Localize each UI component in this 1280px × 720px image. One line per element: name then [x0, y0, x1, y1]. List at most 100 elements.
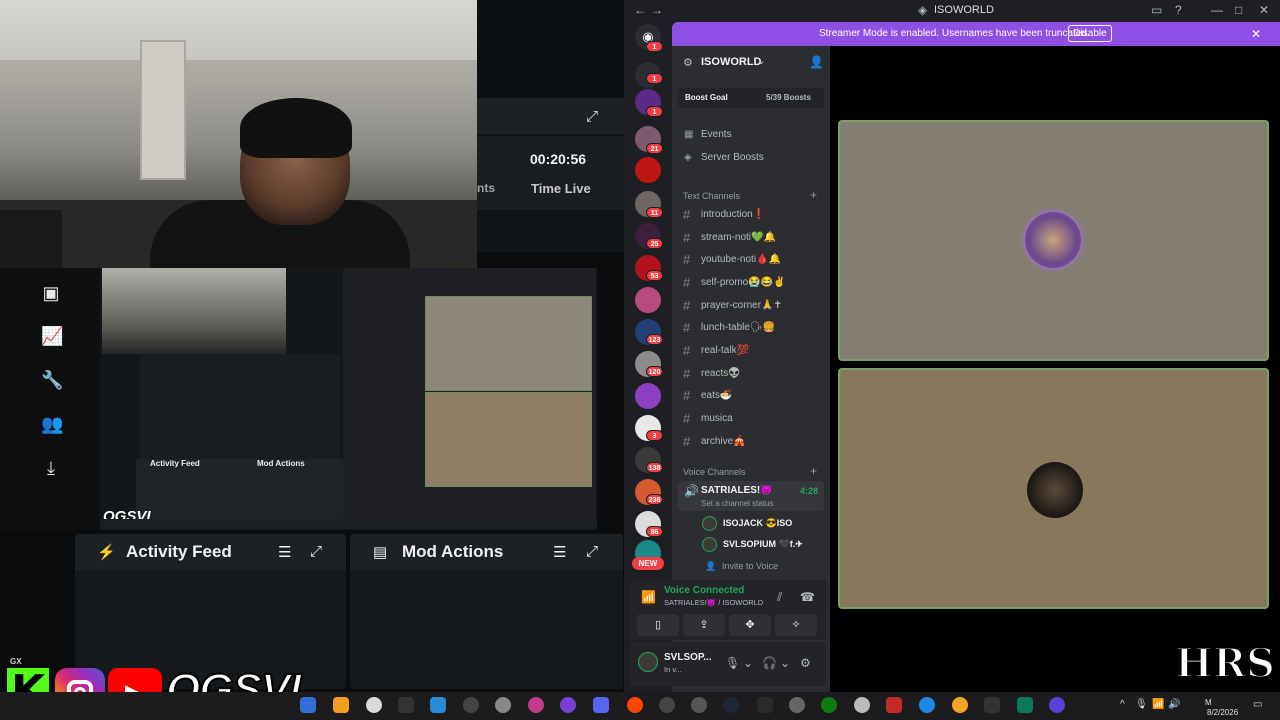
expand-icon[interactable]: ⤢ — [586, 543, 598, 560]
new-badge[interactable]: NEW — [632, 557, 664, 570]
voice-connected-channel[interactable]: SATRIALES!😈 / ISOWORLD — [664, 598, 763, 607]
invite-to-voice[interactable]: Invite to Voice — [722, 561, 778, 571]
headphones-icon[interactable]: 🎧 — [762, 656, 777, 670]
gear-icon[interactable]: ⚙ — [800, 656, 811, 670]
app-icon[interactable] — [789, 697, 805, 713]
wrench-icon[interactable]: 🔧 — [41, 370, 63, 391]
apple-icon[interactable] — [854, 697, 870, 713]
participant-tile[interactable] — [838, 368, 1269, 609]
voice-channel-status[interactable]: Set a channel status — [701, 499, 774, 508]
add-channel-icon[interactable]: + — [810, 464, 817, 478]
channel-eats[interactable]: eats🍜 — [701, 390, 732, 401]
app-icon[interactable] — [1017, 697, 1033, 713]
epic-games-icon[interactable] — [757, 697, 773, 713]
app-icon[interactable] — [886, 697, 902, 713]
soundboard-icon[interactable]: ✧ — [775, 614, 817, 636]
channel-archive[interactable]: archive🎪 — [701, 436, 746, 447]
app-icon[interactable] — [691, 697, 707, 713]
maximize-icon[interactable]: □ — [1235, 3, 1242, 17]
add-member-icon[interactable]: 👤 — [809, 55, 824, 69]
minimize-icon[interactable]: — — [1211, 3, 1223, 17]
user-name[interactable]: SVLSOP... — [664, 652, 712, 663]
channel-real-talk[interactable]: real-talk💯 — [701, 345, 749, 356]
voice-user[interactable]: ISOJACK 😎ISO — [723, 518, 792, 529]
nav-server-boosts[interactable]: Server Boosts — [701, 152, 764, 163]
folder-icon[interactable] — [333, 697, 349, 713]
add-channel-icon[interactable]: + — [810, 188, 817, 202]
server-icon[interactable] — [635, 287, 661, 313]
chevron-down-icon[interactable]: ⌄ — [743, 656, 753, 670]
activities-icon[interactable]: ✥ — [729, 614, 771, 636]
channel-introduction[interactable]: introduction❗ — [701, 209, 765, 220]
server-icon: ⚙ — [683, 57, 693, 69]
server-icon[interactable] — [635, 383, 661, 409]
analytics-icon[interactable]: 📈 — [41, 326, 63, 347]
close-icon[interactable]: ✕ — [1259, 3, 1269, 17]
chevron-down-icon[interactable]: ⌄ — [757, 56, 765, 67]
nav-events[interactable]: Events — [701, 129, 732, 140]
voice-channels-header[interactable]: Voice Channels — [683, 467, 746, 477]
close-icon[interactable]: ✕ — [1251, 27, 1261, 41]
forward-icon[interactable]: → — [651, 3, 663, 17]
terminal-icon[interactable] — [984, 697, 1000, 713]
chevron-down-icon[interactable]: ⌄ — [780, 656, 790, 670]
edge-icon[interactable] — [919, 697, 935, 713]
help-icon[interactable]: ? — [1175, 3, 1182, 17]
server-icon[interactable] — [635, 157, 661, 183]
noise-suppression-icon[interactable]: ⫽ — [777, 590, 782, 605]
users-icon[interactable]: 👥 — [41, 414, 63, 435]
participant-tile[interactable] — [838, 120, 1269, 361]
app-icon[interactable] — [1049, 697, 1065, 713]
discord-icon[interactable] — [593, 697, 609, 713]
steam-icon[interactable] — [723, 697, 739, 713]
avatar[interactable] — [638, 652, 658, 672]
app-icon[interactable] — [659, 697, 675, 713]
camera-off-icon[interactable]: ▯ — [637, 614, 679, 636]
filter-icon[interactable]: ☰ — [553, 543, 566, 561]
channel-prayer-corner[interactable]: prayer-corner🙏✝ — [701, 300, 782, 311]
channel-lunch-table[interactable]: lunch-table🗣🍔 — [701, 322, 775, 333]
disconnect-icon[interactable]: ☎ — [800, 590, 815, 604]
chevron-up-icon[interactable]: ^ — [1120, 699, 1125, 710]
stats-header — [477, 98, 624, 134]
app-icon[interactable] — [495, 697, 511, 713]
expand-icon[interactable]: ⤢ — [586, 108, 598, 125]
download-icon[interactable]: ⤓ — [41, 458, 61, 479]
channel-reacts[interactable]: reacts👽 — [701, 368, 741, 379]
speedometer-icon[interactable] — [463, 697, 479, 713]
stat-label-partial: nts — [477, 181, 495, 195]
channel-youtube-noti[interactable]: youtube-noti🩸🔔 — [701, 254, 781, 265]
microphone-icon[interactable]: 🎙 — [725, 656, 740, 670]
app-icon[interactable] — [627, 697, 643, 713]
inbox-icon[interactable]: ▭ — [1151, 3, 1162, 17]
filter-icon[interactable]: ☰ — [278, 543, 291, 561]
channel-musica[interactable]: musica — [701, 413, 733, 424]
preview-taskbar — [100, 519, 597, 529]
hash-icon: # — [683, 343, 691, 358]
server-name[interactable]: ISOWORLD — [701, 56, 762, 68]
app-icon[interactable] — [528, 697, 544, 713]
channel-stream-noti[interactable]: stream-noti💚🔔 — [701, 232, 776, 243]
expand-icon[interactable]: ⤢ — [310, 543, 322, 560]
app-icon[interactable] — [300, 697, 316, 713]
preview-tile-2 — [425, 392, 592, 487]
channel-self-promo[interactable]: self-promo😭😂✌ — [701, 277, 786, 288]
app-icon[interactable] — [366, 697, 382, 713]
music-icon[interactable] — [398, 697, 414, 713]
media-icon[interactable]: ▣ — [41, 283, 61, 304]
app-icon[interactable] — [430, 697, 446, 713]
back-icon[interactable]: ← — [634, 3, 646, 17]
screen-share-icon[interactable]: ⇪ — [683, 614, 725, 636]
app-icon[interactable] — [952, 697, 968, 713]
voice-channel-name: SATRIALES!😈 — [701, 485, 773, 496]
signal-icon[interactable]: 📶 — [641, 590, 656, 604]
stats-top — [477, 0, 624, 98]
wifi-icon[interactable]: 📶 — [1152, 699, 1164, 710]
xbox-icon[interactable] — [821, 697, 837, 713]
voice-user[interactable]: SVLSOPIUM 🖤f.✈ — [723, 539, 803, 550]
text-channels-header[interactable]: Text Channels — [683, 191, 740, 201]
microphone-icon[interactable]: 🎙 — [1135, 699, 1148, 710]
mod-actions-card: ▤ Mod Actions ☰ ⤢ — [350, 534, 623, 689]
app-icon[interactable] — [560, 697, 576, 713]
disable-streamer-button[interactable]: Disable — [1068, 25, 1112, 42]
